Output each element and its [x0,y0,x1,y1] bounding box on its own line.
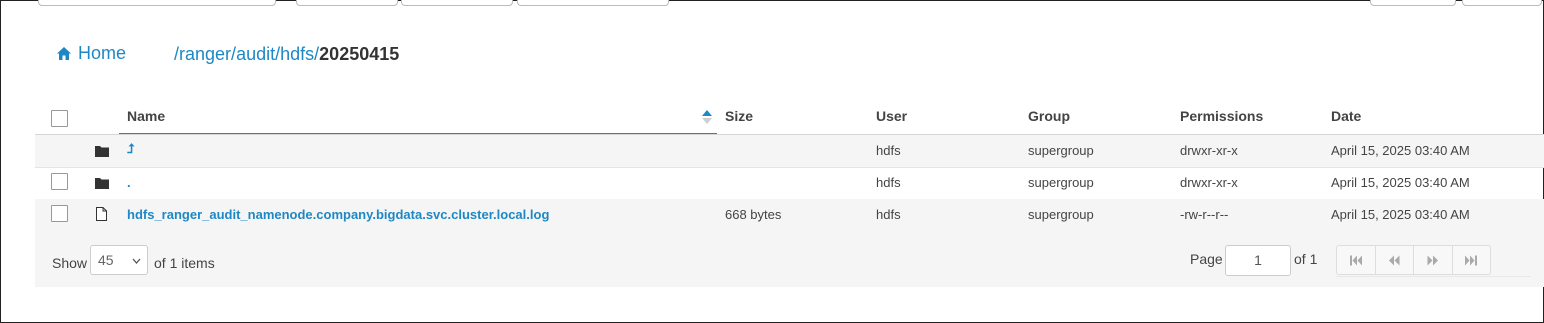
row-size: 668 bytes [725,207,782,222]
page-number-input[interactable]: 1 [1225,245,1291,276]
first-page-button[interactable] [1337,246,1376,274]
sort-underline [119,133,717,134]
row-date: April 15, 2025 03:40 AM [1331,175,1470,190]
file-name-link[interactable]: hdfs_ranger_audit_namenode.company.bigda… [127,207,549,222]
folder-icon [95,146,109,157]
row-group: supergroup [1028,207,1094,222]
folder-icon [95,178,109,189]
column-header-group[interactable]: Group [1028,108,1070,124]
row-date: April 15, 2025 03:40 AM [1331,207,1470,222]
table-header: Name Size User Group Permissions Date [35,100,1544,135]
show-label: Show [52,255,88,271]
next-page-icon [1427,255,1438,265]
column-header-size[interactable]: Size [725,108,753,124]
toolbar-button-1[interactable] [296,0,398,6]
row-user: hdfs [876,207,901,222]
of-pages-label: of 1 [1294,251,1318,267]
home-label: Home [78,43,127,63]
row-group: supergroup [1028,143,1094,158]
table-row[interactable]: ⮥ hdfs supergroup drwxr-xr-x April 15, 2… [35,135,1544,168]
breadcrumb: / ranger / audit / hdfs / 20250415 [174,44,400,65]
row-user: hdfs [876,175,901,190]
toolbar-button-5[interactable] [1462,0,1542,6]
first-page-icon [1349,255,1362,265]
column-header-user[interactable]: User [876,108,907,124]
breadcrumb-segment[interactable]: audit [236,44,275,65]
column-header-date[interactable]: Date [1331,108,1361,124]
row-checkbox[interactable] [51,173,68,190]
toolbar-button-2[interactable] [401,0,513,6]
previous-page-icon [1389,255,1400,265]
toolbar-button-4[interactable] [1370,0,1456,6]
breadcrumb-home-link[interactable]: Home [56,43,126,64]
table-row[interactable]: hdfs_ranger_audit_namenode.company.bigda… [35,199,1544,232]
page-number-value: 1 [1254,252,1262,268]
file-icon [96,207,107,221]
breadcrumb-current: 20250415 [319,44,400,64]
last-page-icon [1465,255,1478,265]
chevron-down-icon [132,258,141,264]
pagination-controls [1336,245,1491,275]
last-page-button[interactable] [1453,246,1491,274]
home-icon [57,47,71,60]
items-count-label: of 1 items [154,255,215,271]
next-page-button[interactable] [1414,246,1453,274]
pager-divider [1336,276,1531,277]
table-footer: Show 45 of 1 items Page 1 of 1 [35,231,1544,287]
column-header-permissions[interactable]: Permissions [1180,108,1263,124]
row-checkbox[interactable] [51,205,68,222]
breadcrumb-segment[interactable]: ranger [179,44,231,65]
folder-name-link[interactable]: . [127,175,131,190]
column-header-name[interactable]: Name [127,108,165,124]
page-size-value: 45 [98,252,114,268]
row-permissions: drwxr-xr-x [1180,175,1238,190]
row-permissions: drwxr-xr-x [1180,143,1238,158]
parent-folder-link[interactable]: ⮥ [127,141,135,157]
breadcrumb-segment[interactable]: hdfs [280,44,314,65]
row-user: hdfs [876,143,901,158]
toolbar-button-3[interactable] [517,0,669,6]
sort-ascending-icon[interactable] [701,109,713,125]
toolbar-search-input[interactable] [38,0,276,6]
row-group: supergroup [1028,175,1094,190]
table-row[interactable]: . hdfs supergroup drwxr-xr-x April 15, 2… [35,167,1544,200]
row-date: April 15, 2025 03:40 AM [1331,143,1470,158]
select-all-checkbox[interactable] [51,110,68,127]
previous-page-button[interactable] [1376,246,1414,274]
row-permissions: -rw-r--r-- [1180,207,1229,222]
page-size-select[interactable]: 45 [90,245,148,275]
page-label: Page [1190,251,1223,267]
